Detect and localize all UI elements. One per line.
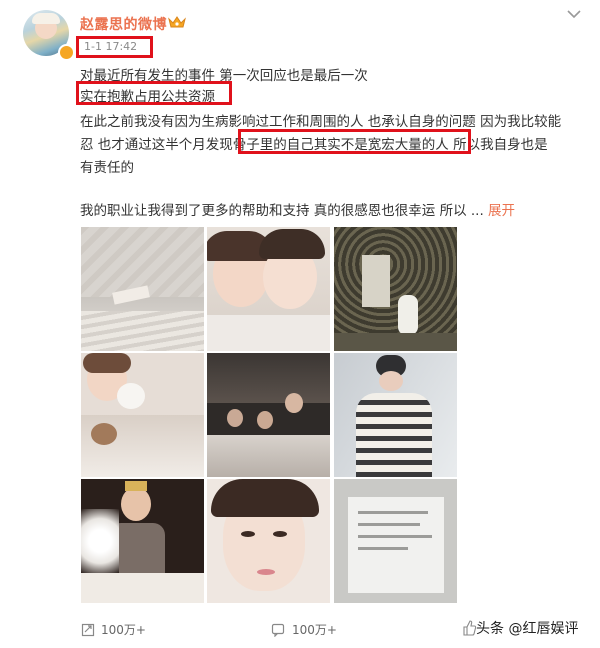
highlight-box [76,81,232,105]
photo-1[interactable] [81,227,204,351]
comment-icon[interactable] [271,623,285,637]
vip-crown-icon [168,16,186,28]
photo-6[interactable] [334,353,457,477]
photo-4[interactable] [81,353,204,477]
photo-8[interactable] [207,479,330,603]
highlight-box [238,129,471,154]
photo-5[interactable] [207,353,330,477]
comment-count[interactable]: 100万+ [292,621,337,638]
repost-icon[interactable] [81,623,95,637]
expand-link[interactable]: 展开 [488,203,515,219]
post-text-line-5: 有责任的 [80,160,134,176]
photo-2[interactable] [207,227,330,351]
photo-3[interactable] [334,227,457,351]
repost-count[interactable]: 100万+ [101,621,146,638]
photo-9[interactable] [334,479,457,603]
source-watermark: 头条 @红唇娱评 [476,621,579,637]
post-text-line-3: 在此之前我没有因为生病影响过工作和周围的人 也承认自身的问题 因为我比较能 [80,114,562,130]
post-text-line-6-text: 我的职业让我得到了更多的帮助和支持 真的很感恩也很幸运 所以 ... [80,203,484,219]
post-text-line-6: 我的职业让我得到了更多的帮助和支持 真的很感恩也很幸运 所以 ... 展开 [80,199,515,219]
post-time[interactable]: 1-1 17:42 [76,36,153,58]
chevron-down-icon[interactable] [566,8,582,20]
like-icon[interactable] [462,620,476,636]
verified-badge-icon [58,44,75,61]
photo-7[interactable] [81,479,204,603]
author-name[interactable]: 赵露思的微博 [80,14,167,34]
